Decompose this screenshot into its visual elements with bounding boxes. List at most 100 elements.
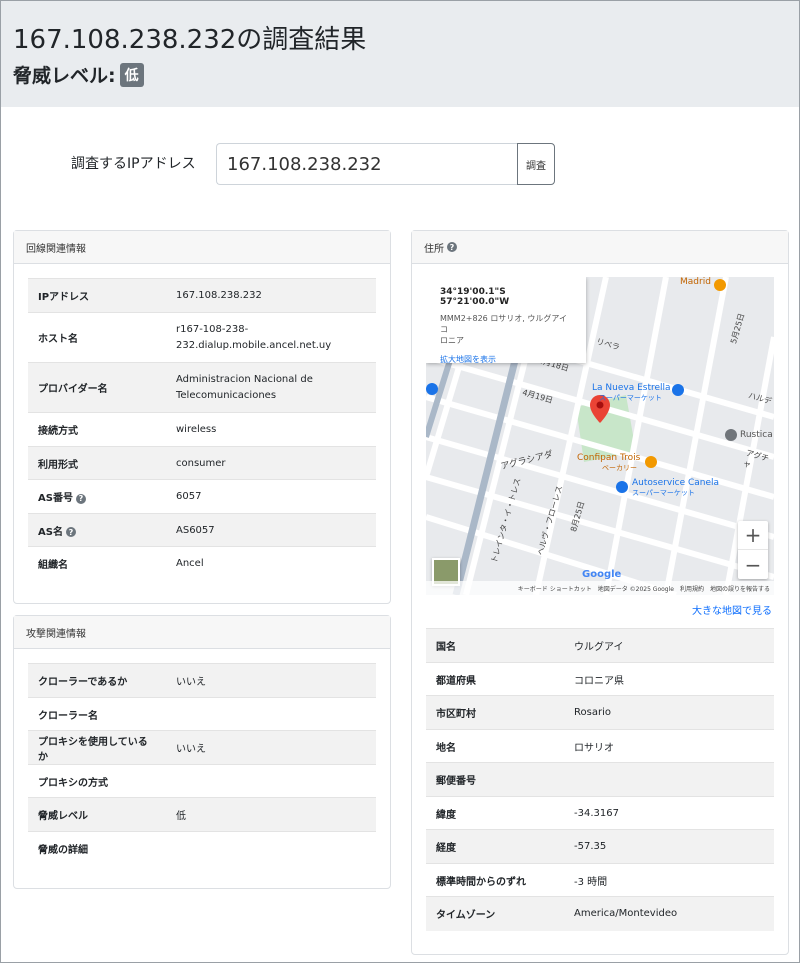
table-row: AS番号? 6057 — [28, 479, 376, 514]
help-icon[interactable]: ? — [447, 242, 457, 252]
row-key: タイムゾーン — [426, 896, 564, 931]
map-data-text: 地図データ ©2025 Google — [597, 585, 674, 593]
map[interactable]: Madrid La Nueva Estrella スーパーマーケット Rusti… — [426, 277, 774, 595]
shop-icon — [426, 383, 438, 395]
row-value: -3 時間 — [574, 876, 608, 888]
row-key: AS名 — [38, 526, 63, 538]
table-row: IPアドレス 167.108.238.232 — [28, 278, 376, 313]
row-value: Rosario — [564, 695, 774, 730]
zoom-control: + − — [738, 521, 768, 579]
table-row: 利用形式 consumer — [28, 446, 376, 480]
row-key: プロキシを使用しているか — [28, 730, 166, 765]
table-row: 標準時間からのずれ -3 時間 — [426, 863, 774, 897]
row-key: 利用形式 — [28, 446, 166, 480]
row-value: consumer — [166, 446, 376, 480]
row-value: いいえ — [166, 663, 376, 698]
line-info-header: 回線関連情報 — [14, 231, 390, 264]
row-value: Administracion Nacional de — [176, 373, 313, 385]
big-map-link[interactable]: 大きな地図で見る — [692, 602, 772, 617]
map-info-popup: 34°19'00.1"S 57°21'00.0"W MMM2+826 ロサリオ,… — [426, 277, 586, 365]
table-row: 経度 -57.35 — [426, 829, 774, 864]
shop-icon — [672, 384, 684, 396]
table-row: プロバイダー名 Administracion Nacional de Teleco… — [28, 362, 376, 413]
search-row: 調査するIPアドレス 調査 — [1, 143, 800, 185]
table-row: AS名? AS6057 — [28, 513, 376, 547]
row-value-cont: 232.dialup.mobile.ancel.net.uy — [176, 339, 332, 351]
table-row: プロキシの方式 — [28, 764, 376, 798]
table-row: 郵便番号 — [426, 762, 774, 797]
row-value-cont: Telecomunicaciones — [176, 389, 277, 401]
row-value: コロニア県 — [574, 675, 624, 687]
row-value: ロサリオ — [574, 742, 614, 754]
threat-level: 脅威レベル: 低 — [13, 61, 144, 88]
help-icon[interactable]: ? — [75, 493, 86, 504]
row-value: AS6057 — [166, 513, 376, 547]
row-key: 都道府県 — [436, 675, 476, 687]
row-value — [166, 765, 376, 798]
line-info-table: IPアドレス 167.108.238.232 ホスト名 r167-108-238… — [28, 278, 376, 581]
table-row: 都道府県 コロニア県 — [426, 662, 774, 696]
search-label: 調査するIPアドレス — [71, 156, 196, 172]
row-key: 経度 — [426, 829, 564, 864]
keyboard-shortcuts-link[interactable]: キーボード ショートカット — [518, 584, 592, 593]
table-row: 国名 ウルグアイ — [426, 628, 774, 663]
row-value: Ancel — [176, 558, 204, 570]
attack-info-table: クローラーであるか いいえ クローラー名 プロキシを使用しているか いいえ プロ… — [28, 663, 376, 865]
row-value: ウルグアイ — [564, 628, 774, 663]
popup-enlarge-link[interactable]: 拡大地図を表示 — [440, 354, 572, 365]
map-label: Autoservice Canela — [632, 478, 720, 488]
row-key: クローラー名 — [38, 710, 98, 722]
row-value: r167-108-238- — [176, 323, 249, 335]
zoom-out-button[interactable]: − — [738, 550, 768, 579]
help-icon[interactable]: ? — [65, 527, 76, 537]
map-footer: キーボード ショートカット 地図データ ©2025 Google 利用規約 地図… — [426, 581, 774, 595]
row-key: クローラーであるか — [28, 663, 166, 698]
table-row: ホスト名 r167-108-238- 232.dialup.mobile.ance… — [28, 312, 376, 363]
map-label: スーパーマーケット — [632, 489, 695, 497]
row-key: 地名 — [436, 742, 456, 754]
search-button[interactable]: 調査 — [517, 143, 555, 185]
row-key: 接続方式 — [38, 426, 78, 437]
row-value: -34.3167 — [574, 807, 619, 819]
address-title: 住所 — [424, 243, 444, 255]
line-info-card: 回線関連情報 IPアドレス 167.108.238.232 ホスト名 r167-… — [13, 230, 391, 604]
row-value — [564, 762, 774, 797]
row-key: 市区町村 — [426, 695, 564, 730]
zoom-in-button[interactable]: + — [738, 521, 768, 550]
row-value: 167.108.238.232 — [166, 278, 376, 313]
map-label: Madrid — [680, 277, 711, 287]
row-value: America/Montevideo — [564, 896, 774, 931]
table-row: プロキシを使用しているか いいえ — [28, 730, 376, 765]
map-label: スーパーマーケット — [599, 394, 662, 402]
table-row: 市区町村 Rosario — [426, 695, 774, 730]
map-label: Confipan Trois — [577, 453, 641, 463]
table-row: 地名 ロサリオ — [426, 729, 774, 763]
ip-search-input[interactable] — [216, 143, 518, 185]
address-card: 住所 ? Madrid La Nueva Estrella スーパーマーケット … — [411, 230, 789, 955]
map-label: La Nueva Estrella — [592, 383, 671, 393]
row-key: プロバイダー名 — [28, 362, 166, 413]
table-row: 脅威の詳細 — [28, 831, 376, 865]
row-key: 緯度 — [436, 809, 456, 821]
row-key: プロキシの方式 — [38, 777, 108, 789]
address-table: 国名 ウルグアイ 都道府県 コロニア県 市区町村 Rosario 地名 ロサリオ… — [426, 628, 774, 931]
table-row: 接続方式 wireless — [28, 412, 376, 447]
popup-address-cont: ロニア — [440, 336, 464, 345]
report-error-link[interactable]: 地図の誤りを報告する — [710, 584, 770, 593]
popup-coordinates: 34°19'00.1"S 57°21'00.0"W — [440, 287, 510, 307]
row-value — [166, 698, 376, 731]
row-key: ホスト名 — [38, 334, 78, 345]
table-row: クローラーであるか いいえ — [28, 663, 376, 698]
row-key: 郵便番号 — [426, 762, 564, 797]
row-value: 6057 — [176, 491, 202, 502]
map-label: Rustica — [740, 430, 773, 440]
page-title: 167.108.238.232の調査結果 — [13, 25, 367, 55]
map-label: ベーカリー — [602, 464, 637, 472]
table-row: クローラー名 — [28, 697, 376, 731]
table-row: 脅威レベル 低 — [28, 797, 376, 832]
attack-info-card: 攻撃関連情報 クローラーであるか いいえ クローラー名 プロキシを使用しているか… — [13, 615, 391, 889]
restaurant-icon — [714, 279, 726, 291]
row-value: wireless — [176, 424, 217, 435]
terms-link[interactable]: 利用規約 — [680, 584, 704, 593]
row-value: 低 — [166, 797, 376, 832]
